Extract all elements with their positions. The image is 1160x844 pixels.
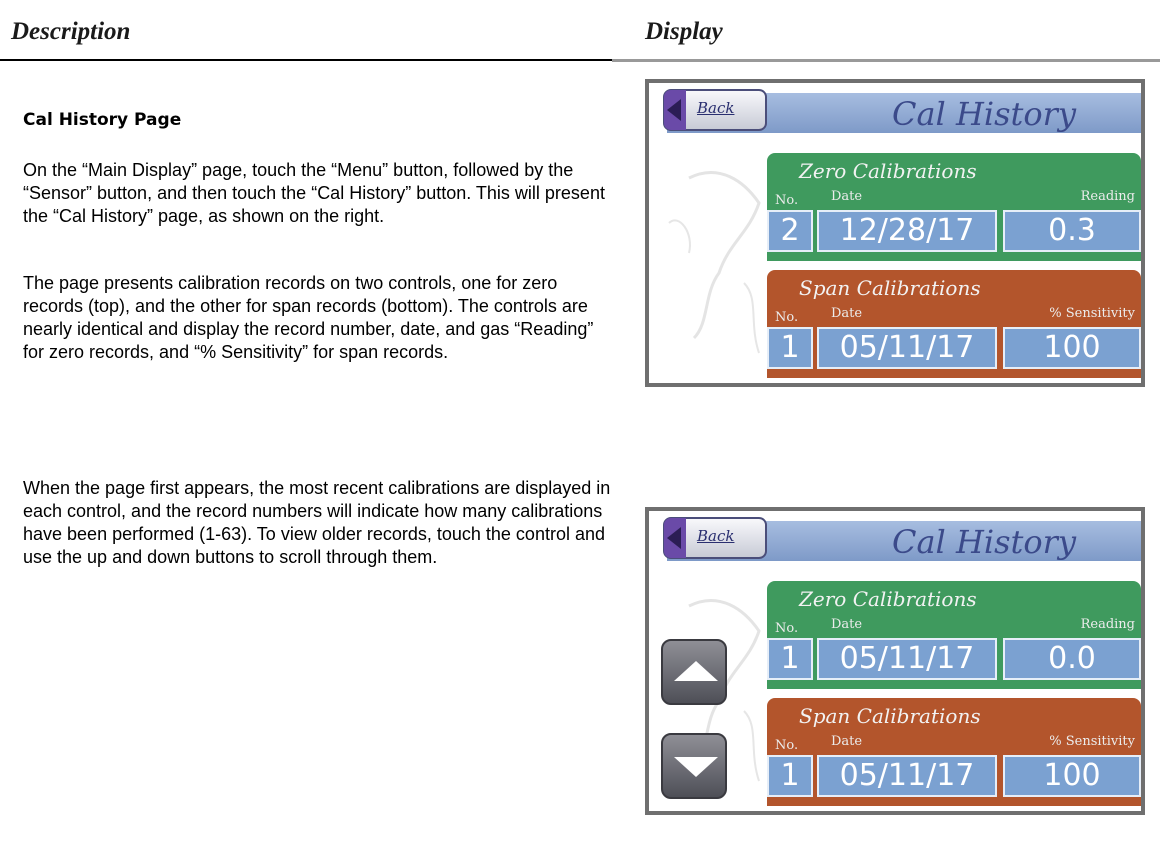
back-label: Back <box>697 527 735 545</box>
zero-calibrations-control[interactable]: Zero Calibrations No. Date Reading 1 05/… <box>767 581 1141 689</box>
zero-reading-label: Reading <box>1080 617 1135 632</box>
down-arrow-icon <box>674 757 718 777</box>
span-no-label: No. <box>775 310 799 325</box>
span-date-label: Date <box>831 306 863 321</box>
back-button[interactable]: Back <box>663 89 767 131</box>
header-rule-right <box>612 59 1160 62</box>
span-record-sensitivity: 100 <box>1003 327 1141 369</box>
zero-record-date: 05/11/17 <box>817 638 997 680</box>
span-heading: Span Calibrations <box>799 276 981 300</box>
screen-title: Cal History <box>891 523 1077 561</box>
cal-history-screen-1: Cal History Back Zero Calibrations No. D… <box>645 79 1145 387</box>
zero-record-number: 2 <box>767 210 813 252</box>
section-title: Cal History Page <box>23 110 182 130</box>
screen-title: Cal History <box>891 95 1077 133</box>
zero-record-date: 12/28/17 <box>817 210 997 252</box>
scroll-paragraph: When the page first appears, the most re… <box>23 478 611 567</box>
back-arrow-icon <box>664 518 686 558</box>
span-calibrations-control[interactable]: Span Calibrations No. Date % Sensitivity… <box>767 270 1141 378</box>
zero-no-label: No. <box>775 621 799 636</box>
span-heading: Span Calibrations <box>799 704 981 728</box>
zero-record-number: 1 <box>767 638 813 680</box>
span-record-date: 05/11/17 <box>817 327 997 369</box>
zero-no-label: No. <box>775 193 799 208</box>
span-sensitivity-label: % Sensitivity <box>1049 306 1135 321</box>
span-record-date: 05/11/17 <box>817 755 997 797</box>
span-sensitivity-label: % Sensitivity <box>1049 734 1135 749</box>
instructions-paragraph: On the “Main Display” page, touch the “M… <box>23 160 605 226</box>
span-record-sensitivity: 100 <box>1003 755 1141 797</box>
header-rule-left <box>0 59 612 61</box>
back-arrow-icon <box>664 90 686 130</box>
span-record-number: 1 <box>767 327 813 369</box>
zero-date-label: Date <box>831 617 863 632</box>
scroll-up-button[interactable] <box>661 639 727 705</box>
zero-calibrations-control[interactable]: Zero Calibrations No. Date Reading 2 12/… <box>767 153 1141 261</box>
span-date-label: Date <box>831 734 863 749</box>
controls-paragraph: The page presents calibration records on… <box>23 273 594 362</box>
zero-heading: Zero Calibrations <box>799 587 977 611</box>
zero-record-reading: 0.0 <box>1003 638 1141 680</box>
zero-reading-label: Reading <box>1080 189 1135 204</box>
back-label: Back <box>697 99 735 117</box>
back-button[interactable]: Back <box>663 517 767 559</box>
description-column-header: Description <box>11 18 131 45</box>
zero-heading: Zero Calibrations <box>799 159 977 183</box>
scroll-down-button[interactable] <box>661 733 727 799</box>
span-record-number: 1 <box>767 755 813 797</box>
span-no-label: No. <box>775 738 799 753</box>
zero-date-label: Date <box>831 189 863 204</box>
cal-history-screen-2: Cal History Back Zero Calibrations No. D… <box>645 507 1145 815</box>
display-column-header: Display <box>645 18 723 45</box>
span-calibrations-control[interactable]: Span Calibrations No. Date % Sensitivity… <box>767 698 1141 806</box>
up-arrow-icon <box>674 661 718 681</box>
zero-record-reading: 0.3 <box>1003 210 1141 252</box>
